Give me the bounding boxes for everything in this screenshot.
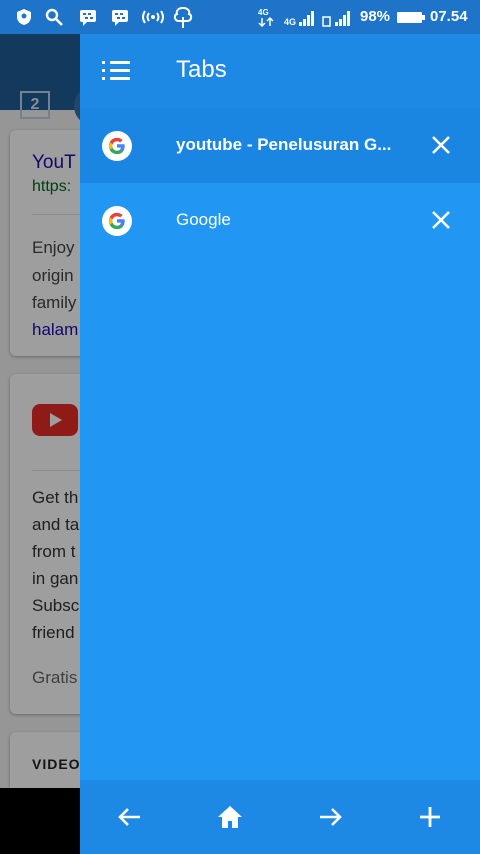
- sim-icon: [322, 16, 331, 27]
- list-menu-icon[interactable]: [102, 60, 130, 82]
- signal-strength-icon: [299, 11, 314, 26]
- google-favicon-icon: [102, 206, 132, 236]
- tab-item-google[interactable]: Google: [80, 183, 480, 258]
- network-type-label: 4G: [284, 17, 297, 27]
- tab-item-youtube[interactable]: youtube - Penelusuran G...: [80, 108, 480, 183]
- close-tab-icon[interactable]: [430, 134, 452, 156]
- shield-icon: [17, 9, 31, 25]
- status-bar: 4G 4G 98% 07.54: [0, 0, 480, 34]
- nav-bar-strip: [0, 788, 80, 854]
- forward-arrow-icon[interactable]: [315, 802, 345, 832]
- drawer-toolbar: [80, 780, 480, 854]
- cloud-tree-icon: [173, 6, 193, 28]
- home-icon[interactable]: [215, 802, 245, 832]
- tabs-drawer: Tabs youtube - Penelusuran G... Google: [80, 34, 480, 854]
- drawer-title: Tabs: [176, 56, 227, 83]
- hotspot-icon: [142, 10, 164, 24]
- svg-text:4G: 4G: [258, 8, 269, 17]
- signal-strength-icon: [335, 11, 350, 26]
- google-favicon-icon: [102, 131, 132, 161]
- bbm-icon: [112, 10, 128, 26]
- bbm-icon: [80, 10, 96, 26]
- battery-icon: [397, 12, 425, 23]
- clock: 07.54: [430, 8, 468, 25]
- search-icon: [45, 8, 63, 26]
- plus-icon[interactable]: [415, 802, 445, 832]
- tab-title: Google: [176, 210, 231, 229]
- tab-title: youtube - Penelusuran G...: [176, 135, 392, 154]
- data-transfer-icon: 4G: [258, 8, 274, 27]
- drawer-header: Tabs: [80, 34, 480, 108]
- close-tab-icon[interactable]: [430, 209, 452, 231]
- back-arrow-icon[interactable]: [115, 802, 145, 832]
- battery-percentage: 98%: [360, 8, 391, 25]
